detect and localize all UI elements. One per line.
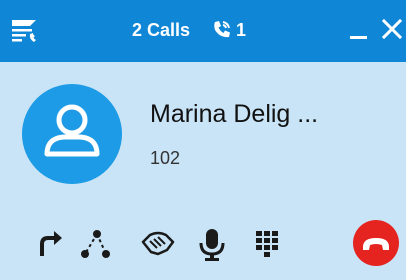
call-toolbar	[0, 220, 406, 270]
phone-lines-icon	[214, 21, 230, 38]
microphone-icon[interactable]	[194, 226, 230, 262]
contact-name: Marina Delig ...	[150, 100, 319, 128]
phone-lines-count: 1	[236, 19, 247, 40]
calls-count-label: 2 Calls	[132, 20, 191, 40]
hangup-icon	[363, 238, 389, 250]
phone-lines-indicator: 1	[212, 17, 246, 43]
person-icon	[44, 104, 100, 157]
call-list-icon[interactable]	[11, 17, 41, 45]
handshake-icon[interactable]	[140, 226, 176, 262]
call-window: 2 Calls 1 Marina Delig ... 102	[0, 0, 406, 280]
avatar	[22, 84, 122, 184]
contact-extension: 102	[150, 148, 181, 168]
transfer-icon[interactable]	[34, 226, 70, 262]
minimize-icon[interactable]	[348, 14, 370, 40]
hangup-button[interactable]	[353, 220, 399, 266]
close-icon[interactable]	[381, 18, 403, 40]
title-bar: 2 Calls 1	[0, 0, 406, 62]
conference-icon[interactable]	[77, 226, 113, 262]
dialpad-icon[interactable]	[249, 226, 285, 262]
